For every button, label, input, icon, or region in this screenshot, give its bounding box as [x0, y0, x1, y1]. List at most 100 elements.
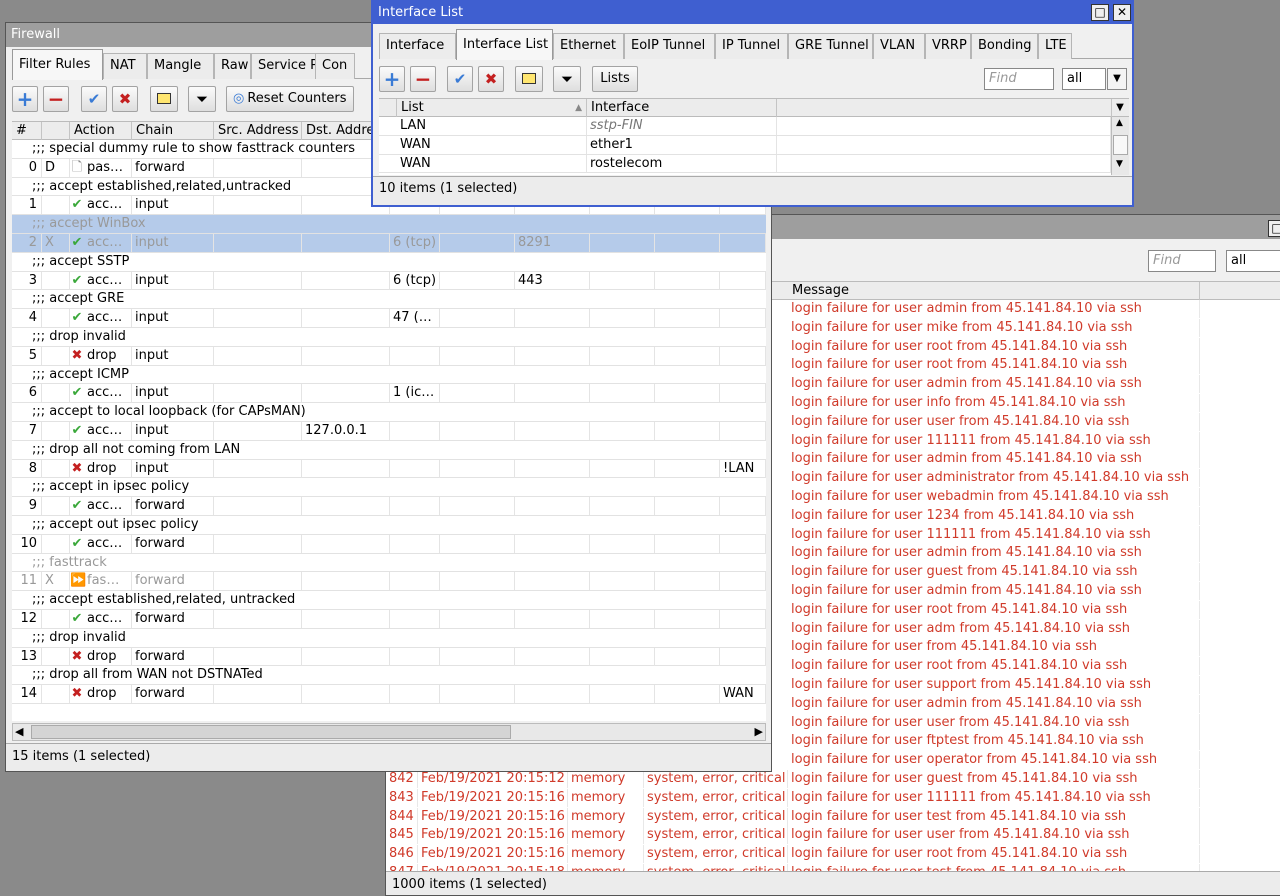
rule-comment-row[interactable]: ;;; drop invalid — [12, 328, 766, 347]
table-row[interactable]: 8 ✖ drop input !LAN — [12, 459, 766, 479]
tab-gre-tunnel[interactable]: GRE Tunnel — [788, 33, 873, 59]
add-button[interactable]: + — [12, 86, 38, 112]
scroll-up-icon[interactable]: ▲ — [1116, 118, 1123, 128]
rule-comment-row[interactable]: ;;; drop invalid — [12, 628, 766, 648]
table-row[interactable]: 6 ✔ acc… input 1 (ic… — [12, 384, 766, 404]
rule-comment-row[interactable]: ;;; fasttrack — [12, 553, 766, 573]
maximize-button[interactable]: □ — [1091, 4, 1109, 21]
fw-column-3[interactable]: Chain — [132, 122, 214, 140]
tab-ip-tunnel[interactable]: IP Tunnel — [715, 33, 788, 59]
lists-button[interactable]: Lists — [592, 66, 638, 92]
fw-column-4[interactable]: Src. Address — [214, 122, 302, 140]
tab-bonding[interactable]: Bonding — [971, 33, 1038, 59]
rule-number: 5 — [12, 346, 42, 365]
table-row[interactable]: 3 ✔ acc… input 6 (tcp) 443 — [12, 271, 766, 291]
table-row[interactable]: LAN sstp-FIN — [379, 117, 1111, 136]
rule-comment-row[interactable]: ;;; accept SSTP — [12, 252, 766, 272]
comment-button[interactable] — [150, 86, 178, 112]
log-maximize-button[interactable]: □ — [1268, 220, 1280, 237]
log-column-message[interactable]: Message — [788, 282, 1200, 300]
rule-comment-row[interactable]: ;;; accept to local loopback (for CAPsMA… — [12, 403, 766, 422]
reset-counters-button[interactable]: ◎ Reset Counters — [226, 86, 354, 112]
table-row[interactable]: WAN ether1 — [379, 135, 1111, 155]
table-row[interactable]: 2 X ✔ acc… input 6 (tcp) 8291 — [12, 234, 766, 253]
if-add-button[interactable]: + — [379, 66, 405, 92]
table-row[interactable]: 5 ✖ drop input — [12, 346, 766, 366]
table-row[interactable]: 12 ✔ acc… forward — [12, 610, 766, 629]
table-row[interactable]: 4 ✔ acc… input 47 (… — [12, 309, 766, 328]
rule-comment-row[interactable]: ;;; accept in ipsec policy — [12, 478, 766, 498]
tab-mangle[interactable]: Mangle — [147, 53, 214, 79]
tab-filter-rules[interactable]: Filter Rules — [12, 49, 103, 80]
tab-lte[interactable]: LTE — [1038, 33, 1072, 59]
close-button[interactable]: ✕ — [1113, 4, 1131, 21]
rule-cell — [720, 234, 766, 252]
disable-button[interactable]: ✖ — [112, 86, 138, 112]
log-row-extra — [1200, 544, 1280, 562]
if-filter-dropdown-arrow[interactable]: ▼ — [1107, 68, 1127, 90]
rule-comment-row[interactable]: ;;; drop all not coming from LAN — [12, 440, 766, 460]
fw-column-0[interactable]: # — [12, 122, 42, 140]
rule-comment-row[interactable]: ;;; accept established,related, untracke… — [12, 591, 766, 610]
if-comment-button[interactable] — [515, 66, 543, 92]
tab-con[interactable]: Con — [315, 53, 355, 79]
log-row[interactable]: 846 Feb/19/2021 20:15:16 memory system, err… — [386, 845, 1280, 864]
log-row[interactable]: 845 Feb/19/2021 20:15:16 memory system, err… — [386, 826, 1280, 845]
filter-button[interactable]: ⏷ — [188, 86, 216, 112]
table-row[interactable]: 9 ✔ acc… forward — [12, 497, 766, 516]
rule-comment-row[interactable]: ;;; accept ICMP — [12, 365, 766, 385]
rule-cell — [655, 572, 720, 591]
tab-interface-list[interactable]: Interface List — [456, 29, 553, 60]
tab-vlan[interactable]: VLAN — [873, 33, 925, 59]
tab-ethernet[interactable]: Ethernet — [553, 33, 624, 59]
rule-comment-row[interactable]: ;;; accept out ipsec policy — [12, 516, 766, 535]
log-find-input[interactable]: Find — [1148, 250, 1216, 272]
tab-interface[interactable]: Interface — [379, 33, 456, 59]
rule-comment-row[interactable]: ;;; accept WinBox — [12, 215, 766, 234]
plus-icon: + — [383, 67, 401, 91]
if-enable-button[interactable]: ✔ — [447, 66, 473, 92]
log-row[interactable]: 842 Feb/19/2021 20:15:12 memory system, err… — [386, 770, 1280, 789]
log-row-message: login failure for user admin from 45.141… — [788, 375, 1200, 394]
if-filter-button[interactable]: ⏷ — [553, 66, 581, 92]
remove-button[interactable]: − — [43, 86, 69, 112]
log-row[interactable]: 843 Feb/19/2021 20:15:16 memory system, err… — [386, 788, 1280, 808]
rule-cell — [590, 309, 655, 328]
if-column-list[interactable]: List ▲ — [397, 99, 587, 117]
if-disable-button[interactable]: ✖ — [478, 66, 504, 92]
horizontal-scrollbar[interactable]: ◀ ▶ — [12, 723, 766, 741]
enable-button[interactable]: ✔ — [81, 86, 107, 112]
tab-eoip-tunnel[interactable]: EoIP Tunnel — [624, 33, 715, 59]
fw-column-2[interactable]: Action — [70, 122, 132, 140]
if-find-input[interactable]: Find — [984, 68, 1054, 90]
if-filter-select[interactable]: all — [1062, 68, 1106, 90]
scroll-right-icon[interactable]: ▶ — [755, 725, 763, 738]
table-row[interactable]: 13 ✖ drop forward — [12, 647, 766, 667]
table-row[interactable]: WAN rostelecom — [379, 154, 1111, 174]
scroll-left-icon[interactable]: ◀ — [15, 725, 23, 738]
table-row[interactable]: 14 ✖ drop forward WAN — [12, 685, 766, 704]
if-remove-button[interactable]: − — [410, 66, 436, 92]
scroll-down-icon[interactable]: ▼ — [1116, 159, 1123, 169]
rule-cell — [440, 459, 515, 478]
rule-number: 0 — [12, 158, 42, 177]
log-filter-select[interactable]: all — [1226, 250, 1280, 272]
if-scrollbar-thumb[interactable] — [1113, 135, 1128, 155]
if-vertical-scrollbar[interactable]: ▲ ▼ — [1111, 117, 1129, 175]
tab-nat[interactable]: NAT — [103, 53, 147, 79]
scrollbar-thumb[interactable] — [31, 725, 511, 739]
tab-vrrp[interactable]: VRRP — [925, 33, 971, 59]
log-row[interactable]: 844 Feb/19/2021 20:15:16 memory system, err… — [386, 807, 1280, 827]
table-row[interactable]: 7 ✔ acc… input 127.0.0.1 — [12, 422, 766, 441]
table-row[interactable]: 11 X ⏩fas… forward — [12, 572, 766, 592]
if-column-menu-icon[interactable]: ▼ — [1111, 99, 1129, 117]
if-column-interface[interactable]: Interface — [587, 99, 777, 117]
rule-number: 6 — [12, 384, 42, 403]
tab-raw[interactable]: Raw — [214, 53, 251, 79]
fw-column-1[interactable] — [42, 122, 70, 140]
rule-comment-row[interactable]: ;;; accept GRE — [12, 290, 766, 310]
table-row[interactable]: 10 ✔ acc… forward — [12, 534, 766, 554]
rule-comment-row[interactable]: ;;; drop all from WAN not DSTNATed — [12, 666, 766, 686]
if-row-interface: rostelecom — [587, 154, 777, 173]
rule-cell — [302, 647, 390, 666]
